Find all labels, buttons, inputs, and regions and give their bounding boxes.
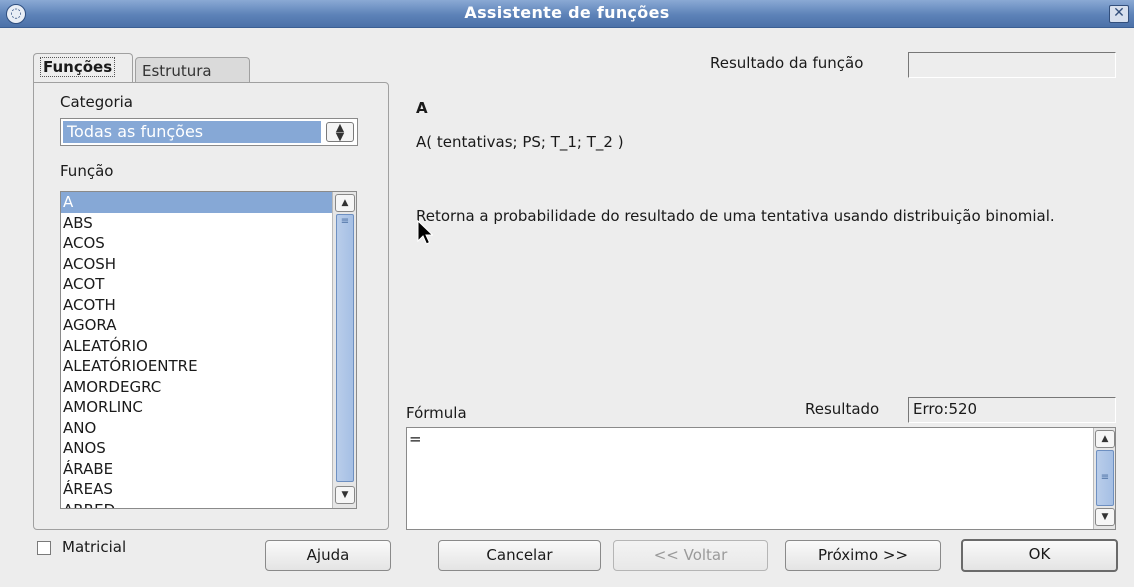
funcao-list-item[interactable]: ACOS xyxy=(61,233,332,254)
resultado-funcao-label: Resultado da função xyxy=(710,54,864,72)
voltar-button[interactable]: << Voltar xyxy=(613,540,768,571)
funcao-list-item[interactable]: ACOT xyxy=(61,274,332,295)
proximo-button[interactable]: Próximo >> xyxy=(785,540,941,571)
tab-funcoes-label: Funções xyxy=(40,57,116,77)
formula-text: = xyxy=(409,430,422,448)
tab-funcoes[interactable]: Funções xyxy=(33,53,133,82)
resultado-funcao-field xyxy=(908,52,1116,78)
function-name: A xyxy=(416,99,428,117)
funcao-list-item[interactable]: ARRED xyxy=(61,500,332,509)
scroll-down-icon[interactable]: ▼ xyxy=(1095,508,1115,526)
funcao-list-item[interactable]: ÁRABE xyxy=(61,459,332,480)
funcao-list-item[interactable]: A xyxy=(61,192,332,213)
mouse-cursor-icon xyxy=(417,220,433,245)
scroll-up-icon[interactable]: ▲ xyxy=(1095,430,1115,448)
resultado-field: Erro:520 xyxy=(908,397,1116,423)
scroll-thumb[interactable]: ≡ xyxy=(1096,450,1114,506)
funcao-scrollbar[interactable]: ▲ ≡ ▼ xyxy=(332,192,356,508)
formula-label: Fórmula xyxy=(406,404,467,422)
funcao-list-item[interactable]: ANO xyxy=(61,418,332,439)
funcao-label: Função xyxy=(60,162,114,180)
scroll-thumb[interactable]: ≡ xyxy=(336,214,354,482)
funcao-list-item[interactable]: ANOS xyxy=(61,438,332,459)
scroll-up-icon[interactable]: ▲ xyxy=(335,194,355,212)
matricial-label[interactable]: Matricial xyxy=(62,538,126,556)
funcao-items: A ABS ACOS ACOSH ACOT ACOTH AGORA ALEATÓRIO ALEA… xyxy=(61,192,332,509)
window-title: Assistente de funções xyxy=(464,3,670,22)
function-description: Retorna a probabilidade do resultado de … xyxy=(416,207,1055,225)
matricial-checkbox[interactable] xyxy=(37,541,51,555)
ok-button[interactable]: OK xyxy=(961,539,1118,572)
funcao-list-item[interactable]: AMORDEGRC xyxy=(61,377,332,398)
close-icon[interactable]: ✕ xyxy=(1109,5,1129,23)
funcao-list-item[interactable]: ALEATÓRIOENTRE xyxy=(61,356,332,377)
funcao-listbox[interactable]: A ABS ACOS ACOSH ACOT ACOTH AGORA ALEATÓRIO ALEA… xyxy=(60,191,357,509)
categoria-select[interactable]: Todas as funções ▲ ▼ xyxy=(60,118,358,146)
categoria-label: Categoria xyxy=(60,93,134,111)
formula-editor[interactable]: = ▲ ≡ ▼ xyxy=(406,427,1116,530)
function-syntax: A( tentativas; PS; T_1; T_2 ) xyxy=(416,133,624,151)
formula-scrollbar[interactable]: ▲ ≡ ▼ xyxy=(1093,428,1115,529)
funcao-list-item[interactable]: ÁREAS xyxy=(61,479,332,500)
funcao-list-item[interactable]: AGORA xyxy=(61,315,332,336)
scroll-down-icon[interactable]: ▼ xyxy=(335,486,355,504)
resultado-label: Resultado xyxy=(805,400,880,418)
funcao-list-item[interactable]: ABS xyxy=(61,213,332,234)
funcao-list-item[interactable]: ALEATÓRIO xyxy=(61,336,332,357)
funcao-list-item[interactable]: ACOSH xyxy=(61,254,332,275)
funcao-list-item[interactable]: AMORLINC xyxy=(61,397,332,418)
funcao-list-item[interactable]: ACOTH xyxy=(61,295,332,316)
categoria-selected-value: Todas as funções xyxy=(63,121,321,143)
ajuda-button[interactable]: Ajuda xyxy=(265,540,391,571)
tab-estrutura[interactable]: Estrutura xyxy=(135,57,250,84)
cancelar-button[interactable]: Cancelar xyxy=(438,540,601,571)
updown-arrows-icon[interactable]: ▲ ▼ xyxy=(326,122,354,142)
